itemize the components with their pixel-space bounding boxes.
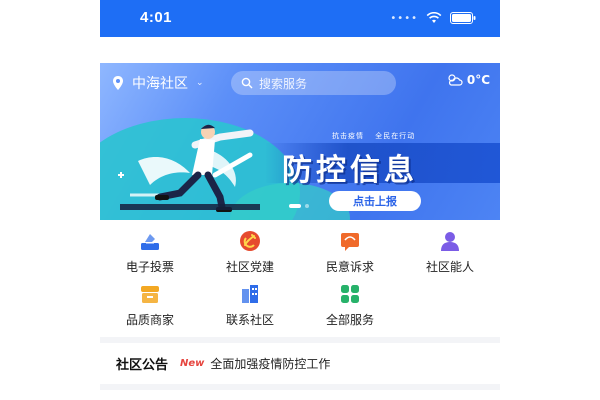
carousel-indicator	[289, 204, 309, 208]
person-icon	[441, 232, 459, 251]
weather-cloud-icon	[448, 74, 463, 86]
carousel-dot[interactable]	[305, 204, 309, 208]
services-row: 品质商家 联系社区 全部服务	[100, 281, 500, 331]
service-all[interactable]: 全部服务	[300, 281, 400, 331]
weather-widget[interactable]: 0°C	[447, 73, 490, 87]
banner-title: 防控信息	[282, 153, 418, 188]
chevron-down-icon: ⌄	[196, 78, 204, 88]
service-vote[interactable]: 电子投票	[100, 228, 200, 278]
service-label: 电子投票	[125, 260, 174, 274]
wifi-icon	[426, 12, 442, 23]
service-feedback[interactable]: 民意诉求	[300, 228, 400, 278]
location-pin-icon	[113, 76, 123, 90]
banner-slogan: 抗击疫情 全民在行动	[332, 131, 423, 141]
new-badge: New	[180, 358, 205, 369]
vote-icon	[141, 234, 159, 250]
search-icon	[241, 77, 253, 89]
notice-brand: 社区公告	[116, 358, 169, 373]
battery-icon	[450, 12, 476, 24]
search-bar[interactable]: 搜索服务	[231, 71, 396, 95]
services-row: 电子投票 社区党建 民意诉求 社区能人	[100, 228, 500, 278]
service-contact[interactable]: 联系社区	[200, 281, 300, 331]
service-talent[interactable]: 社区能人	[400, 228, 500, 278]
service-label: 社区能人	[425, 260, 474, 274]
search-placeholder: 搜索服务	[259, 76, 308, 91]
app-screen: 4:01 •••• 中海社区 ⌄ 搜索服务 0°C 抗击疫情 全民在行动 防控信…	[100, 0, 500, 400]
location-selector[interactable]: 中海社区 ⌄	[110, 73, 204, 93]
all-services-icon	[341, 285, 359, 303]
status-time: 4:01	[140, 9, 173, 26]
location-name: 中海社区	[132, 76, 188, 92]
carousel-dot-active[interactable]	[289, 204, 301, 208]
feedback-icon	[341, 233, 359, 251]
report-button[interactable]: 点击上报	[329, 191, 421, 211]
service-shop[interactable]: 品质商家	[100, 281, 200, 331]
doctor-illustration	[118, 124, 260, 212]
temperature: 0°C	[466, 73, 490, 87]
status-icons: ••••	[390, 10, 476, 26]
building-icon	[242, 285, 258, 303]
service-label: 社区党建	[225, 260, 274, 274]
slogan-left: 抗击疫情	[332, 132, 364, 140]
divider	[100, 337, 500, 343]
service-label: 联系社区	[225, 313, 274, 327]
service-party[interactable]: 社区党建	[200, 228, 300, 278]
service-label: 民意诉求	[325, 260, 374, 274]
shop-icon	[141, 286, 159, 303]
signal-icon: ••••	[390, 12, 418, 24]
community-notice[interactable]: 社区公告 New 全面加强疫情防控工作	[116, 354, 486, 373]
banner[interactable]: 中海社区 ⌄ 搜索服务 0°C 抗击疫情 全民在行动 防控信息 点击上报	[100, 63, 500, 220]
notice-text[interactable]: 全面加强疫情防控工作	[210, 355, 330, 372]
party-icon	[240, 231, 260, 251]
status-bar: 4:01 ••••	[100, 0, 500, 37]
slogan-right: 全民在行动	[375, 132, 416, 140]
divider	[100, 384, 500, 390]
service-label: 全部服务	[325, 313, 374, 327]
services-grid: 电子投票 社区党建 民意诉求 社区能人 品质商家 联系社区 全部服务	[100, 228, 500, 334]
service-label: 品质商家	[125, 313, 174, 327]
